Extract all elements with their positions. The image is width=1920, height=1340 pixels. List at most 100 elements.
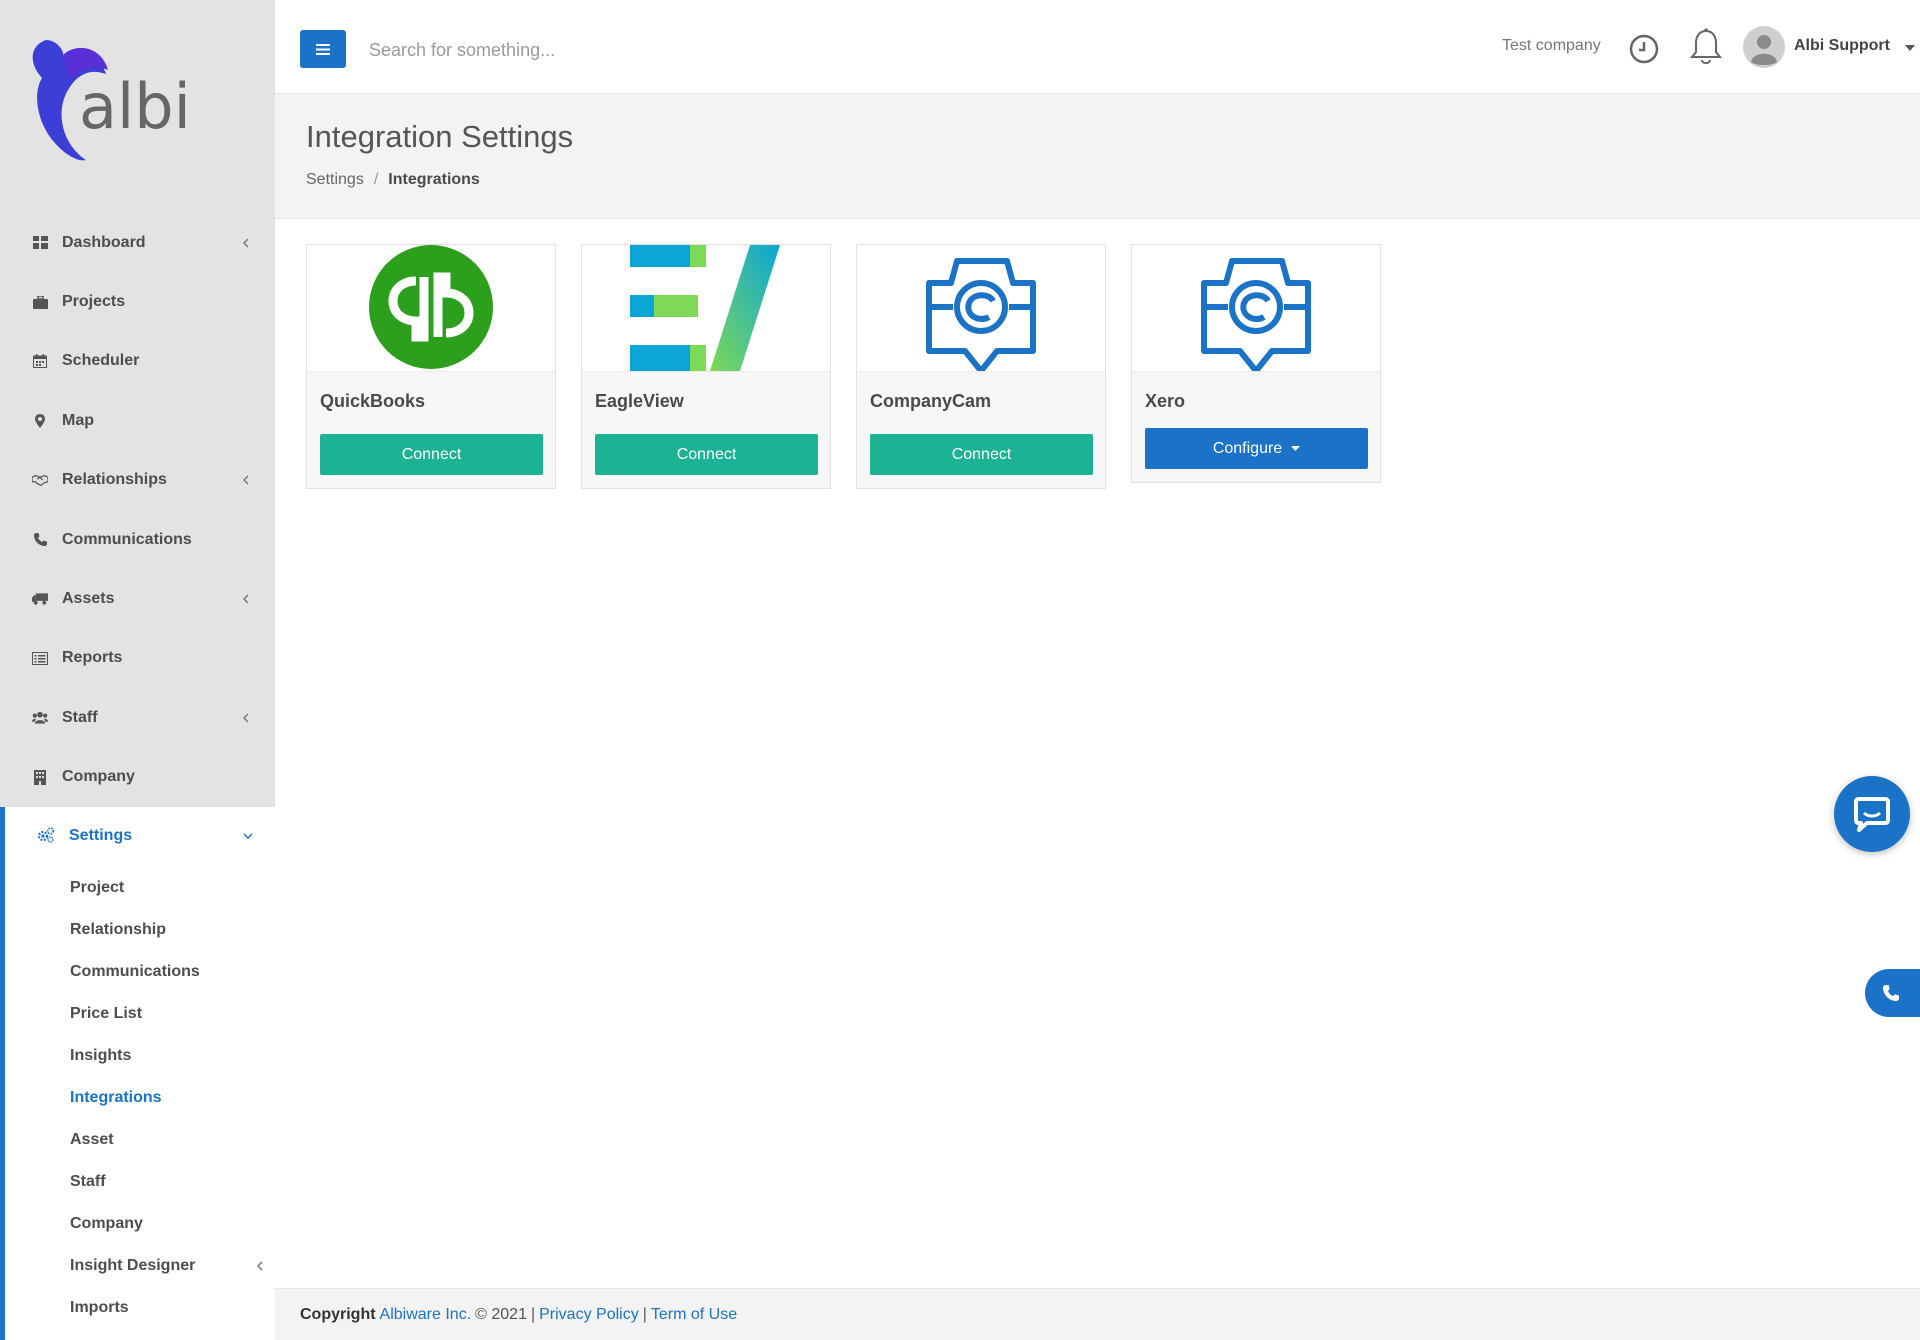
chat-widget-button[interactable]	[1834, 776, 1910, 852]
chevron-left-icon	[242, 594, 249, 604]
caret-down-icon	[1291, 446, 1301, 451]
building-icon	[32, 769, 48, 785]
sidebar-item-staff[interactable]: Staff	[0, 688, 275, 747]
connect-button[interactable]: Connect	[870, 434, 1093, 475]
sidebar-item-label: Scheduler	[62, 352, 140, 370]
quickbooks-logo	[307, 245, 555, 372]
company-link[interactable]: Albiware Inc.	[380, 1306, 472, 1324]
integration-name: EagleView	[595, 391, 684, 411]
settings-item-communications[interactable]: Communications	[5, 951, 275, 993]
top-bar: Test company Albi Support	[275, 0, 1920, 94]
call-widget-button[interactable]	[1865, 969, 1920, 1017]
sidebar: albi Dashboard Projects Scheduler Map Re…	[0, 0, 275, 1340]
page-header: Integration Settings Settings / Integratio…	[275, 94, 1920, 219]
sidebar-item-settings[interactable]: Settings	[5, 807, 275, 865]
footer-separator: |	[642, 1305, 647, 1323]
settings-item-insight-designer[interactable]: Insight Designer	[5, 1245, 275, 1287]
settings-item-integrations[interactable]: Integrations	[5, 1077, 275, 1119]
settings-item-imports[interactable]: Imports	[5, 1287, 275, 1329]
hamburger-icon	[316, 43, 330, 55]
chevron-down-icon	[243, 833, 253, 840]
copyright-year: © 2021	[475, 1305, 527, 1323]
sidebar-item-label: Communications	[62, 530, 192, 548]
configure-button[interactable]: Configure	[1145, 428, 1368, 469]
integration-card-eagleview: EagleView Connect	[581, 244, 831, 489]
settings-item-asset[interactable]: Asset	[5, 1119, 275, 1161]
page-title: Integration Settings	[306, 119, 574, 154]
menu-toggle-button[interactable]	[300, 30, 346, 68]
map-pin-icon	[32, 413, 48, 429]
sidebar-item-company[interactable]: Company	[0, 748, 275, 807]
settings-item-relationship[interactable]: Relationship	[5, 909, 275, 951]
breadcrumb-settings[interactable]: Settings	[306, 171, 364, 188]
settings-submenu: Project Relationship Communications Pric…	[5, 865, 275, 1329]
sidebar-item-reports[interactable]: Reports	[0, 629, 275, 688]
integration-card-quickbooks: QuickBooks Connect	[306, 244, 556, 489]
footer-separator: |	[530, 1305, 536, 1323]
settings-item-company[interactable]: Company	[5, 1203, 275, 1245]
albi-logo-text: albi	[79, 70, 191, 143]
settings-item-label: Insight Designer	[70, 1257, 196, 1274]
integration-name: CompanyCam	[870, 391, 992, 411]
sidebar-item-assets[interactable]: Assets	[0, 569, 275, 628]
settings-item-insights[interactable]: Insights	[5, 1035, 275, 1077]
clock-icon[interactable]	[1627, 32, 1661, 66]
settings-section: Settings Project Relationship Communicat…	[0, 807, 275, 1340]
breadcrumb-current: Integrations	[388, 171, 480, 188]
xero-logo	[1132, 245, 1380, 372]
connect-button[interactable]: Connect	[320, 434, 543, 475]
eagleview-logo	[582, 245, 830, 372]
breadcrumb: Settings / Integrations	[306, 171, 480, 189]
chevron-left-icon	[242, 238, 249, 248]
integration-card-companycam: CompanyCam Connect	[856, 244, 1106, 489]
settings-label: Settings	[69, 827, 133, 844]
sidebar-item-label: Company	[62, 768, 135, 786]
sidebar-item-dashboard[interactable]: Dashboard	[0, 213, 275, 272]
sidebar-item-map[interactable]: Map	[0, 391, 275, 450]
truck-icon	[32, 591, 48, 607]
phone-icon	[32, 532, 48, 548]
terms-of-use-link[interactable]: Term of Use	[651, 1306, 737, 1324]
sidebar-item-label: Reports	[62, 649, 123, 667]
cogs-icon	[37, 827, 55, 845]
sidebar-item-relationships[interactable]: Relationships	[0, 451, 275, 510]
chat-icon	[1854, 797, 1890, 832]
briefcase-icon	[32, 294, 48, 310]
sidebar-nav: Dashboard Projects Scheduler Map Relatio…	[0, 213, 275, 807]
search-input[interactable]	[367, 29, 891, 71]
calendar-icon	[32, 353, 48, 369]
configure-label: Configure	[1212, 439, 1283, 457]
handshake-icon	[32, 472, 48, 488]
connect-button[interactable]: Connect	[595, 434, 818, 475]
sidebar-item-label: Projects	[62, 293, 126, 311]
sidebar-item-projects[interactable]: Projects	[0, 272, 275, 331]
chevron-left-icon	[242, 475, 249, 485]
breadcrumb-separator: /	[373, 171, 379, 188]
company-switcher[interactable]: Test company	[1502, 37, 1601, 55]
chevron-left-icon	[256, 1261, 263, 1271]
sidebar-item-label: Map	[62, 411, 94, 429]
caret-down-icon[interactable]	[1905, 45, 1915, 51]
avatar[interactable]	[1743, 26, 1785, 68]
list-icon	[32, 650, 48, 666]
sidebar-item-label: Staff	[62, 708, 98, 726]
sidebar-item-scheduler[interactable]: Scheduler	[0, 332, 275, 391]
chevron-left-icon	[242, 713, 249, 723]
sidebar-item-label: Relationships	[62, 471, 167, 489]
bell-icon[interactable]	[1688, 27, 1724, 67]
settings-item-staff[interactable]: Staff	[5, 1161, 275, 1203]
privacy-policy-link[interactable]: Privacy Policy	[539, 1306, 639, 1324]
integration-card-xero: Xero Configure	[1131, 244, 1381, 483]
integration-name: QuickBooks	[320, 391, 426, 411]
user-menu[interactable]: Albi Support	[1794, 37, 1890, 55]
dashboard-icon	[32, 235, 48, 251]
settings-item-project[interactable]: Project	[5, 867, 275, 909]
users-icon	[32, 710, 48, 726]
phone-icon	[1883, 985, 1899, 1001]
sidebar-item-label: Dashboard	[62, 233, 146, 251]
footer: Copyright Albiware Inc. © 2021 | Privacy…	[275, 1288, 1920, 1340]
settings-item-price-list[interactable]: Price List	[5, 993, 275, 1035]
sidebar-item-communications[interactable]: Communications	[0, 510, 275, 569]
sidebar-item-label: Assets	[62, 590, 115, 608]
albi-logo[interactable]: albi	[24, 34, 204, 174]
